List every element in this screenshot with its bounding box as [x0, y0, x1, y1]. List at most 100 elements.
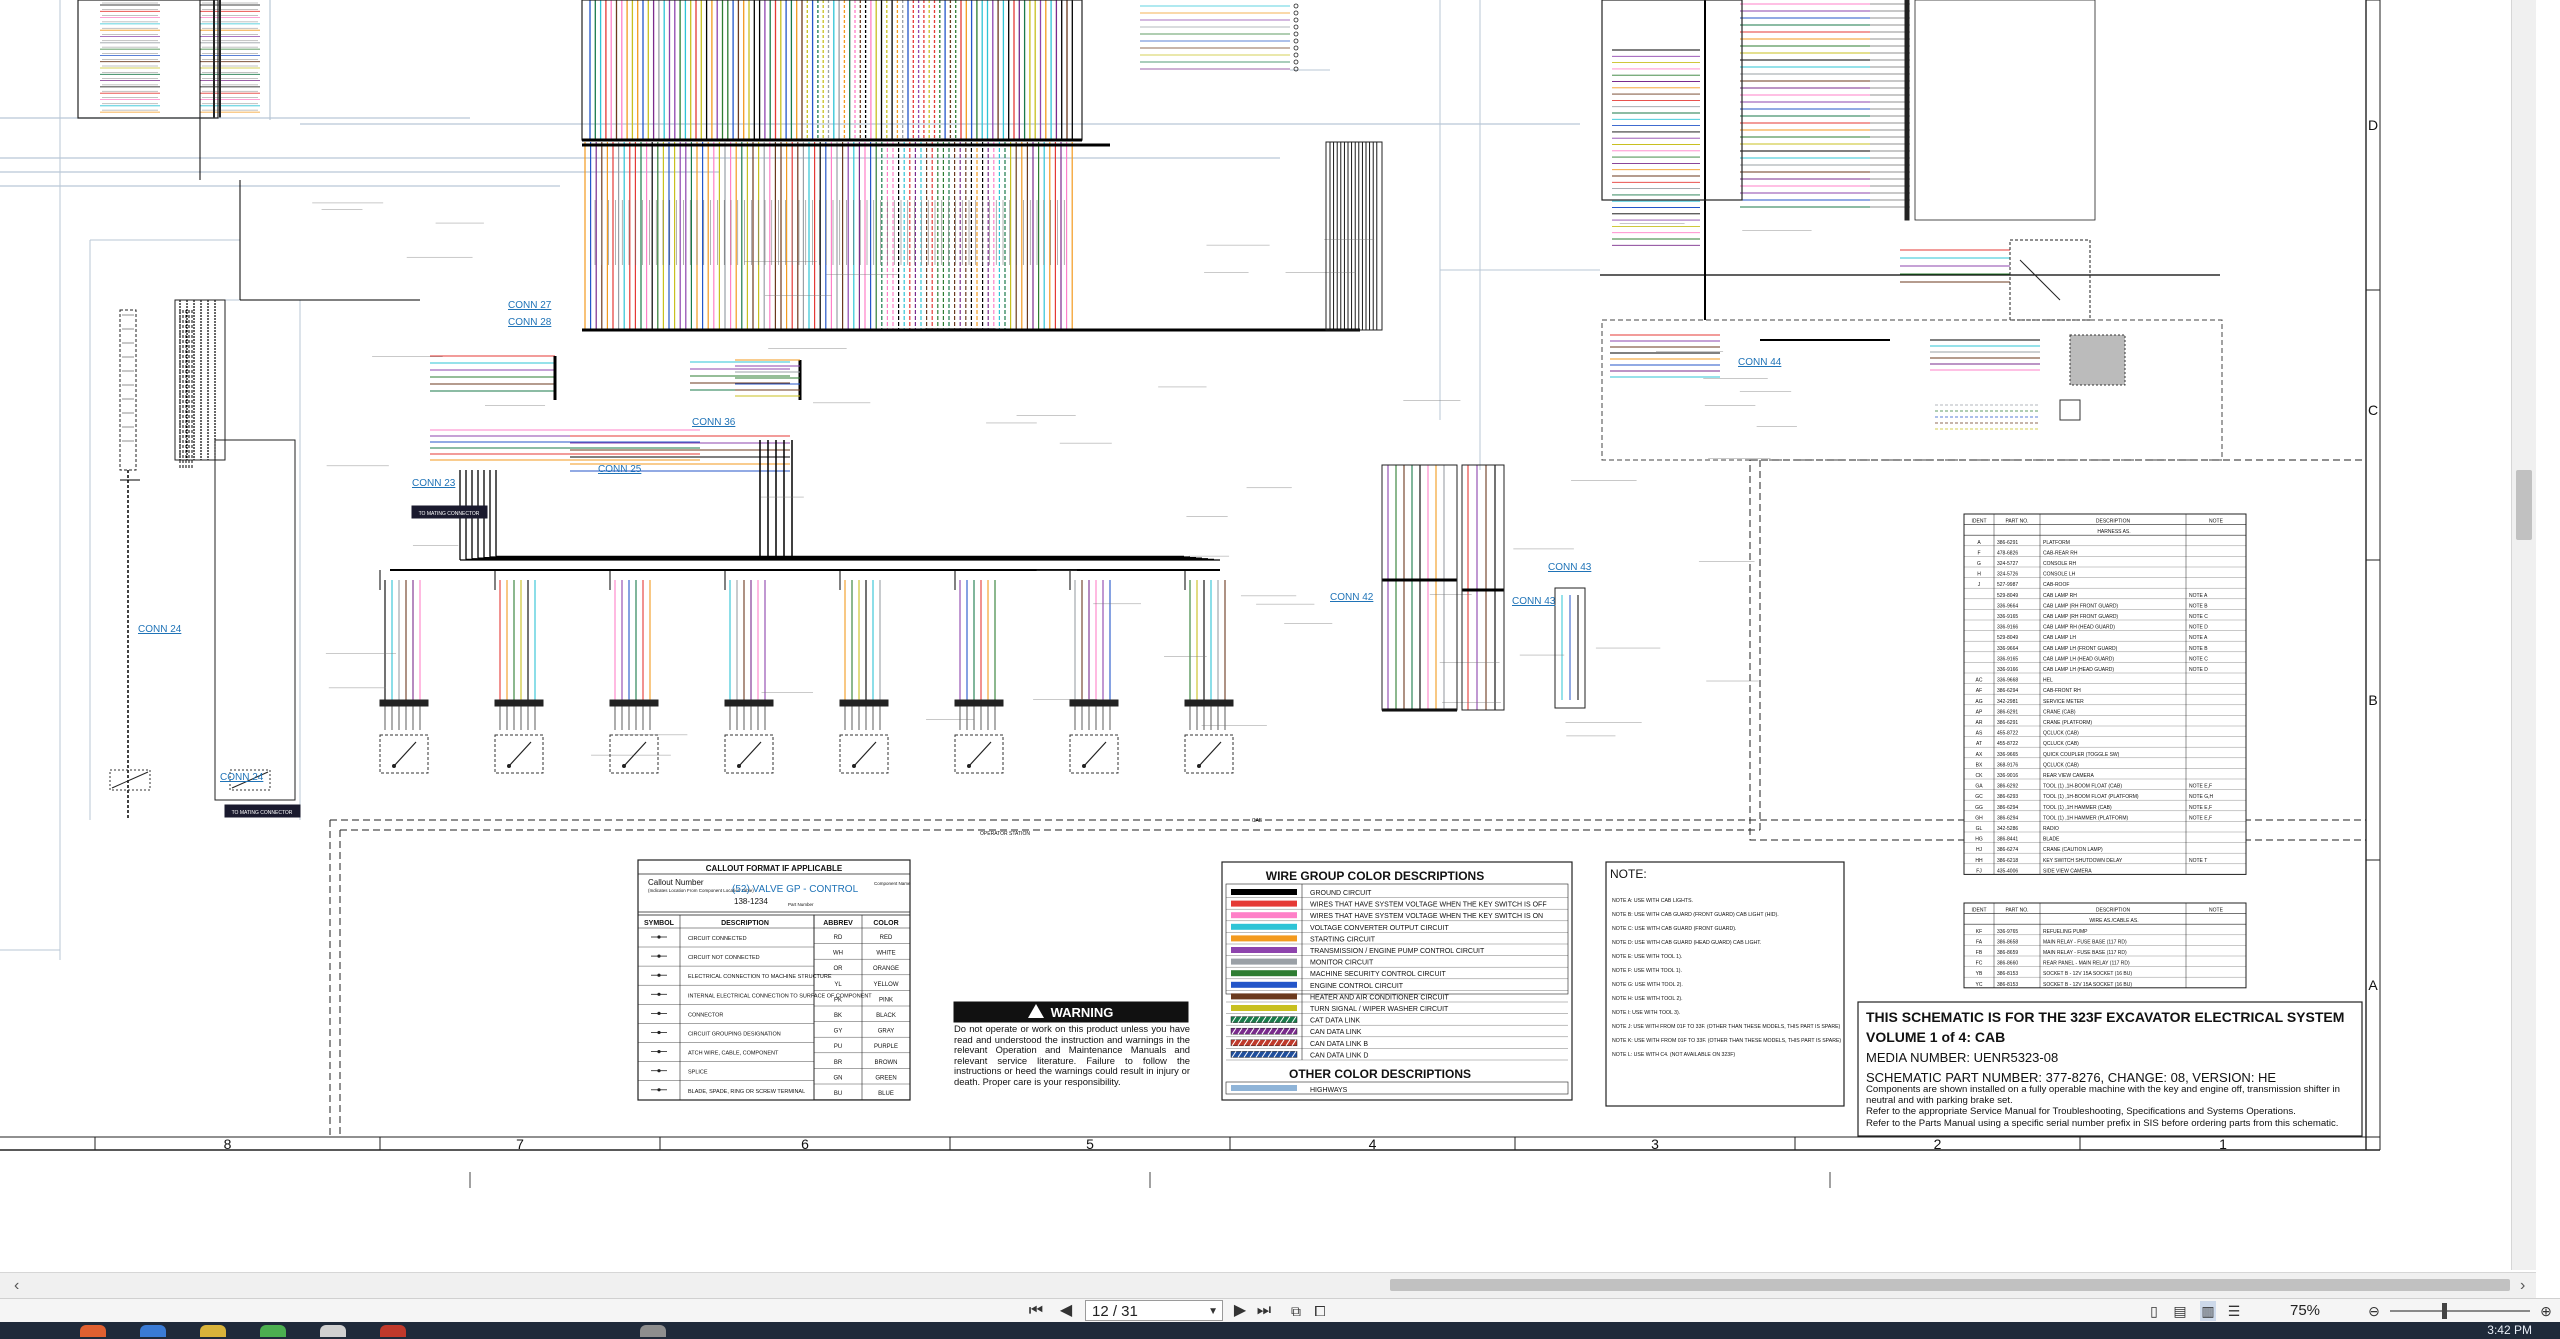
view-history-icon[interactable]: ⧉	[1288, 1301, 1304, 1321]
table-cell: YB	[1976, 971, 1983, 977]
table-cell: CAB-REAR RH	[2043, 550, 2078, 556]
two-page-continuous-icon[interactable]: ☰	[2226, 1301, 2242, 1321]
taskbar-app-icon[interactable]	[380, 1325, 406, 1337]
wire-color-swatch	[1231, 947, 1297, 953]
table-header: IDENT	[1972, 908, 1987, 914]
zoom-slider[interactable]	[2390, 1303, 2530, 1319]
table-cell: TOOL (1) ,1H HAMMER (PLATFORM)	[2043, 815, 2129, 821]
table-cell: 386-6294	[1997, 688, 2018, 694]
horizontal-scroll-thumb[interactable]	[1390, 1279, 2510, 1291]
wire-group-label: CAT DATA LINK	[1310, 1018, 1360, 1025]
title-description-line: Components are shown installed on a full…	[1866, 1084, 2340, 1107]
switch-icon	[623, 741, 647, 767]
symbol-description: ATCH WIRE, CABLE, COMPONENT	[688, 1051, 779, 1057]
table-cell: NOTE B	[2189, 603, 2208, 609]
wire-color-swatch	[1231, 900, 1297, 907]
last-page-icon[interactable]: ⏭	[1256, 1301, 1272, 1321]
table-cell: AF	[1976, 688, 1982, 694]
table-cell: FJ	[1976, 868, 1982, 874]
table-cell: CAB LAMP LH	[2043, 635, 2076, 641]
single-page-view-icon[interactable]: ▯	[2146, 1301, 2162, 1321]
color-cell: YELLOW	[873, 982, 898, 988]
table-header: PART NO.	[2005, 908, 2028, 914]
abbrev-cell: BR	[834, 1060, 843, 1066]
abbrev-cell: GY	[834, 1029, 843, 1035]
pages-panel-icon[interactable]: ⧠	[1312, 1301, 1328, 1321]
pin-icon	[1293, 52, 1299, 58]
table-cell: HG	[1975, 837, 1983, 843]
table-cell: REAR PANEL - MAIN RELAY (117 RD)	[2043, 961, 2130, 967]
wire-color-swatch	[1231, 889, 1297, 895]
table-cell: 386-8659	[1997, 950, 2018, 956]
table-cell: CAB LAMP (RH FRONT GUARD)	[2043, 614, 2118, 620]
table-cell: 386-6294	[1997, 805, 2018, 811]
pin-icon	[1293, 24, 1299, 30]
table-cell: HJ	[1976, 847, 1983, 853]
page-number-field[interactable]: 12 / 31 ▼	[1085, 1300, 1223, 1321]
document-viewport[interactable]: 8 7 6 5 4 3 2 1 D C B A CALLOUT FORMAT IF APPLICABLE…	[0, 0, 2536, 1270]
taskbar-app-icon[interactable]	[140, 1325, 166, 1337]
table-cell: 386-6292	[1997, 784, 2018, 790]
taskbar-app-icon[interactable]	[640, 1325, 666, 1337]
note-text: NOTE K: USE WITH FROM 01F TO 33F. (OTHER…	[1612, 1038, 1841, 1044]
system-clock: 3:42 PM	[2487, 1323, 2532, 1337]
pin-icon	[622, 764, 626, 768]
table-cell: 435-4006	[1997, 868, 2018, 874]
table-cell: NOTE C	[2189, 614, 2208, 620]
zone-number: 1	[2219, 1136, 2227, 1152]
first-page-icon[interactable]: ⏮	[1028, 1301, 1044, 1321]
table-cell: 336-9016	[1997, 773, 2018, 779]
table-cell: CAB LAMP LH (HEAD GUARD)	[2043, 667, 2114, 673]
vertical-scrollbar[interactable]	[2511, 0, 2536, 1270]
zoom-out-icon[interactable]: ⊖	[2366, 1301, 2382, 1321]
zone-number: 4	[1369, 1136, 1377, 1152]
pin-icon	[1293, 3, 1299, 9]
table-cell: CAB LAMP RH	[2043, 593, 2077, 599]
chevron-down-icon[interactable]: ▼	[1208, 1301, 1218, 1322]
wire-group-label: HEATER AND AIR CONDITIONER CIRCUIT	[1310, 994, 1449, 1001]
pin-icon	[967, 764, 971, 768]
symbol-description: ELECTRICAL CONNECTION TO MACHINE STRUCTU…	[688, 974, 832, 980]
box	[1914, 0, 2096, 221]
table-cell: CAB LAMP LH (FRONT GUARD)	[2043, 646, 2118, 652]
table-cell: KEY SWITCH SHUTDOWN DELAY	[2043, 858, 2123, 864]
taskbar-app-icon[interactable]	[200, 1325, 226, 1337]
table-cell: 336-9664	[1997, 603, 2018, 609]
table-cell: 527-9987	[1997, 582, 2018, 588]
taskbar-app-icon[interactable]	[320, 1325, 346, 1337]
zoom-level[interactable]: 75%	[2290, 1301, 2320, 1321]
table-header: NOTE	[2209, 519, 2224, 525]
vertical-scroll-thumb[interactable]	[2516, 470, 2532, 540]
other-color-label: HIGHWAYS	[1310, 1087, 1348, 1094]
switch-icon	[111, 771, 149, 789]
color-cell: WHITE	[876, 951, 895, 957]
zone-letter: A	[2368, 977, 2378, 993]
table-cell: GH	[1975, 815, 1983, 821]
pin-icon	[392, 764, 396, 768]
zoom-slider-knob[interactable]	[2442, 1303, 2447, 1319]
previous-page-icon[interactable]: ◀	[1058, 1301, 1074, 1321]
color-cell: GREEN	[875, 1075, 896, 1081]
zoom-in-icon[interactable]: ⊕	[2538, 1301, 2554, 1321]
continuous-view-icon[interactable]: ▤	[2172, 1301, 2188, 1321]
taskbar-app-icon[interactable]	[260, 1325, 286, 1337]
wire-color-swatch	[1231, 1085, 1297, 1091]
wire-color-swatch	[1231, 935, 1297, 942]
pin-icon	[1293, 10, 1299, 16]
horizontal-scrollbar[interactable]: ‹ ›	[0, 1272, 2536, 1299]
table-cell: NOTE A	[2189, 635, 2208, 641]
description-header: DESCRIPTION	[721, 920, 769, 927]
table-cell: CAB LAMP RH (HEAD GUARD)	[2043, 625, 2115, 631]
two-page-view-icon[interactable]: ▥	[2200, 1301, 2216, 1321]
scroll-right-icon[interactable]: ›	[2520, 1273, 2525, 1299]
scroll-left-icon[interactable]: ‹	[14, 1273, 19, 1299]
table-cell: NOTE A	[2189, 593, 2208, 599]
next-page-icon[interactable]: ▶	[1232, 1301, 1248, 1321]
alarm-box	[2069, 334, 2126, 386]
zone-number: 8	[224, 1136, 232, 1152]
taskbar-app-icon[interactable]	[80, 1325, 106, 1337]
schematic-part-number: SCHEMATIC PART NUMBER: 377-8276, CHANGE:…	[1866, 1070, 2276, 1085]
schematic-title: THIS SCHEMATIC IS FOR THE 323F EXCAVATOR…	[1866, 1009, 2344, 1025]
table-cell: QCLUCK (CAB)	[2043, 762, 2079, 768]
table-cell: FA	[1976, 939, 1983, 945]
